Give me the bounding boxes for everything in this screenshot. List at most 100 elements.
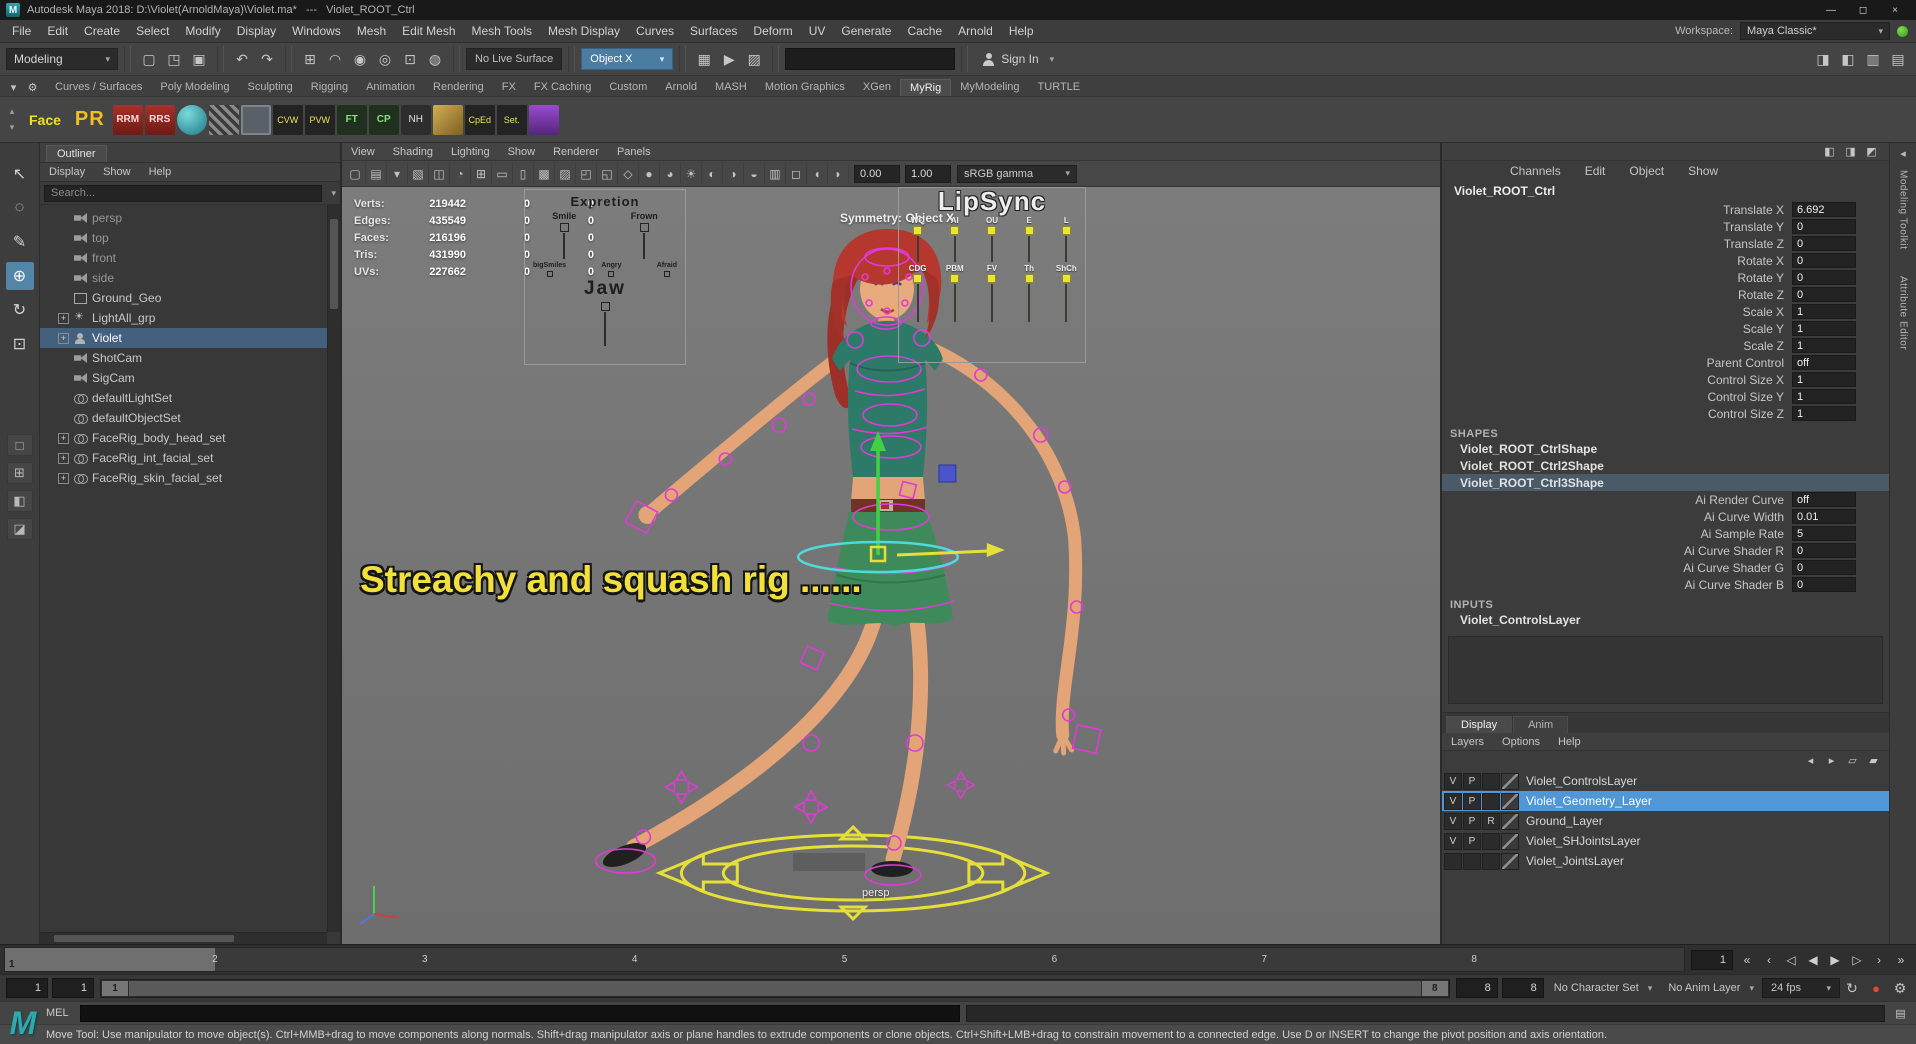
shelf-tab[interactable]: Custom [600, 79, 656, 96]
outliner-menu-item[interactable]: Help [140, 166, 181, 178]
gamma-field[interactable]: 1.00 [905, 165, 951, 183]
shelf-button[interactable]: RRS [145, 105, 175, 135]
slider-handle[interactable] [913, 274, 922, 283]
slider-handle[interactable] [608, 271, 614, 277]
layer-editor-tab[interactable]: Display [1446, 716, 1512, 733]
slider-handle[interactable] [640, 223, 649, 232]
go-to-playback-end-button[interactable]: » [1890, 949, 1912, 971]
close-button[interactable]: × [1880, 2, 1910, 18]
outliner-menu-item[interactable]: Display [40, 166, 94, 178]
attribute-editor-toggle-icon[interactable]: ◨ [1811, 47, 1835, 71]
layer-row[interactable]: V P R Ground_Layer [1442, 811, 1889, 831]
expand-toggle-icon[interactable] [58, 453, 69, 464]
outliner-horizontal-scrollbar[interactable] [40, 932, 327, 944]
range-start-handle[interactable]: 1 [102, 981, 128, 996]
textured-mode-icon[interactable]: ◕ [660, 164, 681, 184]
play-backwards-button[interactable]: ◀ [1802, 949, 1824, 971]
channel-value-field[interactable]: 1 [1792, 406, 1856, 421]
layer-display-type-toggle[interactable] [1482, 773, 1500, 790]
isolate-select-icon[interactable]: ◻ [786, 164, 807, 184]
shelf-menu-icon[interactable]: ▾ [4, 78, 23, 96]
micro-slider[interactable]: Angry [601, 262, 621, 277]
channel-value-field[interactable]: 1 [1792, 304, 1856, 319]
shape-item[interactable]: Violet_ROOT_Ctrl2Shape [1442, 457, 1889, 474]
expand-toggle-icon[interactable] [58, 333, 69, 344]
smile-slider[interactable]: Smile [552, 211, 576, 259]
persp-graph-layout-icon[interactable]: ◪ [7, 518, 33, 540]
channel-value-field[interactable]: 1 [1792, 372, 1856, 387]
channel-value-field[interactable]: 0.01 [1792, 509, 1856, 524]
channel-label[interactable]: Rotate Y [1442, 271, 1792, 285]
slider-handle[interactable] [913, 226, 922, 235]
shelf-tab[interactable]: MyModeling [951, 79, 1028, 96]
lipsync-slider[interactable]: PBM [938, 264, 972, 322]
layer-row[interactable]: V P Violet_Geometry_Layer [1442, 791, 1889, 811]
lipsync-slider[interactable]: L [1049, 216, 1083, 262]
channel-value-field[interactable]: 0 [1792, 219, 1856, 234]
shelf-tab[interactable]: Sculpting [239, 79, 302, 96]
image-plane-icon[interactable]: ▧ [408, 164, 429, 184]
snap-to-point-icon[interactable]: ◉ [348, 47, 372, 71]
snap-to-projected-center-icon[interactable]: ◎ [373, 47, 397, 71]
layer-playback-toggle[interactable]: P [1463, 773, 1481, 790]
expand-toggle-icon[interactable] [58, 433, 69, 444]
animation-start-field[interactable]: 1 [6, 978, 48, 998]
exposure-icon[interactable]: ◗ [828, 164, 849, 184]
viewport-menu-item[interactable]: View [342, 146, 384, 158]
shelf-button[interactable] [433, 105, 463, 135]
selected-node-name[interactable]: Violet_ROOT_Ctrl [1442, 181, 1889, 201]
outliner-item[interactable]: side [40, 268, 327, 288]
channel-value-field[interactable]: 0 [1792, 577, 1856, 592]
character-set-selector[interactable]: No Character Set ▾ [1546, 982, 1661, 994]
jaw-slider[interactable]: Jaw [525, 278, 685, 346]
auto-keyframe-icon[interactable]: ● [1864, 976, 1888, 1000]
channel-value-field[interactable]: 0 [1792, 270, 1856, 285]
menu-item[interactable]: Arnold [950, 24, 1001, 38]
outliner-item[interactable]: persp [40, 208, 327, 228]
shape-item[interactable]: Violet_ROOT_Ctrl3Shape [1442, 474, 1889, 491]
shelf-tab[interactable]: Rigging [302, 79, 357, 96]
channel-label[interactable]: Control Size X [1442, 373, 1792, 387]
shelf-button[interactable]: CVW [273, 105, 303, 135]
step-back-one-frame-button[interactable]: ‹ [1758, 949, 1780, 971]
menu-item[interactable]: Curves [628, 24, 682, 38]
shelf-button[interactable] [529, 105, 559, 135]
layer-editor-tab[interactable]: Anim [1513, 716, 1568, 733]
channel-value-field[interactable]: 0 [1792, 560, 1856, 575]
layer-display-type-toggle[interactable] [1482, 833, 1500, 850]
minimize-button[interactable]: — [1816, 2, 1846, 18]
outliner-item[interactable]: Violet [40, 328, 327, 348]
camera-attributes-icon[interactable]: ▤ [366, 164, 387, 184]
shelf-button[interactable] [177, 105, 207, 135]
play-forwards-button[interactable]: ▶ [1824, 949, 1846, 971]
single-pane-layout-icon[interactable]: □ [7, 434, 33, 456]
exposure-field[interactable]: 0.00 [854, 165, 900, 183]
outliner-item[interactable]: ShotCam [40, 348, 327, 368]
channel-label[interactable]: Control Size Y [1442, 390, 1792, 404]
channel-value-field[interactable]: 0 [1792, 253, 1856, 268]
viewport-scene[interactable]: Verts: 219442 0 0 Edges: 435549 0 0 [342, 187, 1440, 944]
script-editor-icon[interactable]: ▤ [1891, 1004, 1910, 1022]
channel-value-field[interactable]: 1 [1792, 321, 1856, 336]
scale-tool-icon[interactable]: ⊡ [6, 330, 34, 358]
layer-menu-item[interactable]: Help [1549, 736, 1590, 748]
layer-visibility-toggle[interactable]: V [1444, 833, 1462, 850]
menu-item[interactable]: Select [128, 24, 177, 38]
outliner-search-input[interactable] [44, 185, 322, 202]
outliner-item[interactable]: FaceRig_body_head_set [40, 428, 327, 448]
select-tool-icon[interactable]: ↖ [6, 160, 34, 188]
channel-label[interactable]: Scale X [1442, 305, 1792, 319]
channel-value-field[interactable]: 5 [1792, 526, 1856, 541]
lipsync-slider[interactable]: Th [1012, 264, 1046, 322]
channel-box-menu-item[interactable]: Edit [1573, 164, 1618, 178]
frown-slider[interactable]: Frown [631, 211, 658, 259]
channel-label[interactable]: Scale Z [1442, 339, 1792, 353]
shelf-tab[interactable]: Animation [357, 79, 424, 96]
loop-mode-icon[interactable]: ↻ [1840, 976, 1864, 1000]
scrollbar-thumb[interactable] [330, 219, 338, 309]
shelf-button[interactable]: CpEd [465, 105, 495, 135]
snap-to-grid-icon[interactable]: ⊞ [298, 47, 322, 71]
layer-color-swatch[interactable] [1501, 793, 1519, 810]
shelf-tab[interactable]: FX Caching [525, 79, 600, 96]
menu-item[interactable]: Edit Mesh [394, 24, 463, 38]
